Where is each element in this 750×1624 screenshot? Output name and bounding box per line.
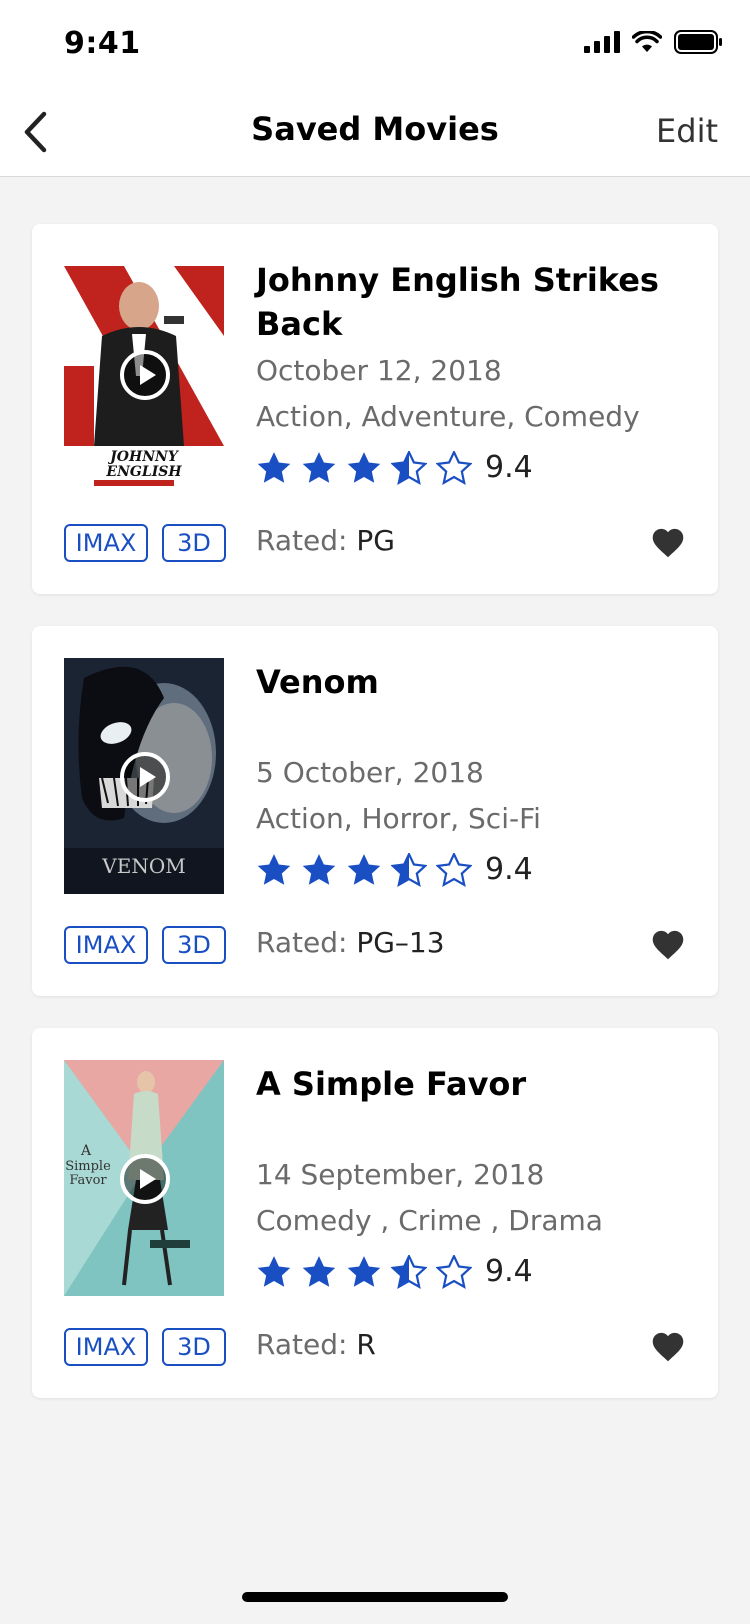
svg-text:VENOM: VENOM [101,854,185,878]
svg-text:Simple: Simple [65,1159,111,1174]
star-full-icon [257,1255,291,1287]
svg-text:Favor: Favor [69,1173,107,1188]
movie-poster[interactable]: JOHNNY ENGLISH [64,256,224,492]
rating-value: 9.4 [485,1254,533,1289]
rated-text: Rated: R [256,1328,376,1361]
movie-release-date: October 12, 2018 [256,354,502,387]
wifi-icon [632,31,662,52]
imax-badge: IMAX [64,1328,148,1366]
rated-value: PG [356,524,395,557]
star-rating: 9.4 [256,450,533,485]
movie-card[interactable]: VENOM Venom 5 October, 2018 Action, Horr… [32,626,718,996]
play-icon[interactable] [120,1154,170,1204]
cellular-signal-icon [584,31,620,53]
movie-genres: Action, Horror, Sci-Fi [256,802,541,835]
star-full-icon [257,451,291,483]
star-full-icon [302,853,336,885]
star-empty-icon [436,852,472,887]
movie-genres: Comedy , Crime , Drama [256,1204,603,1237]
rated-label: Rated: [256,1328,348,1361]
rating-value: 9.4 [485,450,533,485]
star-full-icon [257,853,291,885]
star-rating: 9.4 [256,1254,533,1289]
star-half-icon [391,1254,427,1289]
star-empty-icon [436,450,472,485]
rated-value: PG–13 [356,926,445,959]
heart-icon[interactable] [650,928,686,960]
star-rating: 9.4 [256,852,533,887]
rating-value: 9.4 [485,852,533,887]
star-half-icon [391,852,427,887]
movie-title: Venom [256,663,379,701]
movie-title: Johnny English Strikes Back [256,261,659,343]
svg-text:ENGLISH: ENGLISH [105,464,182,480]
heart-icon[interactable] [650,1330,686,1362]
status-bar: 9:41 [0,0,750,88]
rated-value: R [356,1328,376,1361]
play-icon[interactable] [120,350,170,400]
imax-badge: IMAX [64,926,148,964]
star-full-icon [302,451,336,483]
3d-badge: 3D [162,926,226,964]
star-half-icon [391,450,427,485]
heart-icon[interactable] [650,526,686,558]
movie-card[interactable]: JOHNNY ENGLISH Johnny English Strikes Ba… [32,224,718,594]
page-title: Saved Movies [251,110,499,148]
star-empty-icon [436,1254,472,1289]
rated-text: Rated: PG [256,524,395,557]
movie-release-date: 5 October, 2018 [256,756,484,789]
movie-card[interactable]: A Simple Favor A Simple Favor 14 Septemb… [32,1028,718,1398]
home-indicator[interactable] [242,1592,508,1602]
3d-badge: 3D [162,524,226,562]
imax-badge: IMAX [64,524,148,562]
navigation-bar: Saved Movies Edit [0,88,750,177]
svg-text:A: A [80,1143,92,1159]
play-icon[interactable] [120,752,170,802]
edit-button[interactable]: Edit [656,112,718,150]
movie-poster[interactable]: VENOM [64,658,224,894]
star-full-icon [347,1255,381,1287]
star-full-icon [347,451,381,483]
movie-release-date: 14 September, 2018 [256,1158,545,1191]
svg-text:JOHNNY: JOHNNY [107,449,180,465]
rated-label: Rated: [256,524,348,557]
status-icons [584,30,722,54]
star-full-icon [302,1255,336,1287]
3d-badge: 3D [162,1328,226,1366]
battery-icon [674,30,722,54]
rated-text: Rated: PG–13 [256,926,445,959]
movie-title: A Simple Favor [256,1065,527,1103]
status-time: 9:41 [64,26,141,61]
movie-genres: Action, Adventure, Comedy [256,400,640,433]
star-full-icon [347,853,381,885]
rated-label: Rated: [256,926,348,959]
movie-poster[interactable]: A Simple Favor [64,1060,224,1296]
